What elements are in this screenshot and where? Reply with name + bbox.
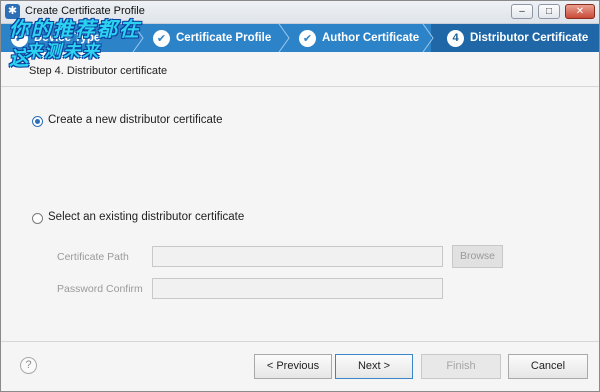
browse-button[interactable]: Browse <box>452 245 503 268</box>
finish-button[interactable]: Finish <box>421 354 501 379</box>
help-icon[interactable]: ? <box>20 357 37 374</box>
checkmark-icon: ✔ <box>11 29 28 47</box>
create-new-radio[interactable] <box>32 116 43 127</box>
password-confirm-input[interactable] <box>152 278 443 299</box>
select-existing-radio[interactable] <box>32 213 43 224</box>
certificate-path-label: Certificate Path <box>57 251 129 263</box>
divider <box>1 341 599 342</box>
step-number: 4 <box>447 29 464 47</box>
step-label: Distributor Certificate <box>470 32 589 44</box>
step-separator-icon <box>421 24 434 52</box>
divider <box>1 86 599 87</box>
step-certificate-profile: ✔ Certificate Profile <box>153 24 271 52</box>
previous-button[interactable]: < Previous <box>254 354 332 379</box>
select-existing-label[interactable]: Select an existing distributor certifica… <box>48 211 244 223</box>
step-separator-icon <box>132 24 144 52</box>
title-bar: ✱ Create Certificate Profile – □ ✕ <box>1 1 599 24</box>
step-distributor-certificate: 4 Distributor Certificate <box>447 24 588 52</box>
certificate-path-input[interactable] <box>152 246 443 267</box>
wizard-steps-bar: ✔ Device Type ✔ Certificate Profile ✔ Au… <box>1 24 599 52</box>
step-author-certificate: ✔ Author Certificate <box>299 24 419 52</box>
cancel-button[interactable]: Cancel <box>508 354 588 379</box>
password-confirm-label: Password Confirm <box>57 283 143 295</box>
checkmark-icon: ✔ <box>153 29 170 47</box>
minimize-button[interactable]: – <box>511 4 533 19</box>
next-button[interactable]: Next > <box>335 354 413 379</box>
close-button[interactable]: ✕ <box>565 4 595 19</box>
step-separator-icon <box>278 24 290 52</box>
step-device-type: ✔ Device Type <box>11 24 100 52</box>
app-icon: ✱ <box>5 4 20 19</box>
create-new-label[interactable]: Create a new distributor certificate <box>48 114 223 126</box>
step-heading: Step 4. Distributor certificate <box>29 65 168 77</box>
window-title: Create Certificate Profile <box>25 5 145 17</box>
maximize-button[interactable]: □ <box>538 4 560 19</box>
checkmark-icon: ✔ <box>299 29 316 47</box>
step-label: Certificate Profile <box>176 32 272 44</box>
step-label: Author Certificate <box>322 32 420 44</box>
create-certificate-profile-dialog: ✱ Create Certificate Profile – □ ✕ ✔ Dev… <box>0 0 600 392</box>
step-label: Device Type <box>34 32 101 44</box>
